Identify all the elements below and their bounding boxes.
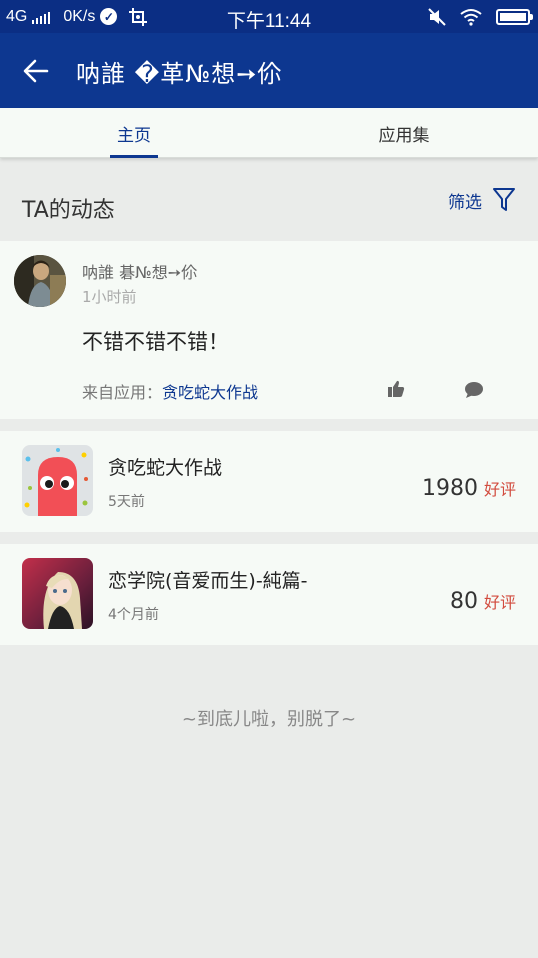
app-time: 5天前 (108, 494, 145, 510)
app-rating: 1980 好评 (422, 476, 516, 501)
app-name: 贪吃蛇大作战 (108, 457, 223, 479)
snake-game-app-icon (22, 445, 93, 516)
tab-app-collection[interactable]: 应用集 (366, 108, 442, 158)
section-title: TA的动态 (22, 198, 115, 223)
post-username[interactable]: 呐誰 碁№想➙伱 (82, 259, 197, 283)
funnel-icon (493, 188, 515, 211)
app-time: 4个月前 (108, 607, 159, 623)
rating-label: 好评 (483, 480, 516, 499)
source-app-link[interactable]: 贪吃蛇大作战 (162, 383, 258, 402)
app-name: 恋学院(音爱而生)-純篇- (108, 570, 308, 592)
wifi-icon (460, 8, 482, 26)
thumbs-up-icon[interactable] (386, 379, 406, 399)
battery-icon (496, 8, 533, 25)
battery-level (500, 12, 526, 21)
app-list-item[interactable]: 恋学院(音爱而生)-純篇- 4个月前 80 好评 (0, 544, 538, 645)
app-bar: 呐誰 �革№想➙伱 (0, 33, 538, 108)
tab-home[interactable]: 主页 (100, 108, 168, 158)
end-of-list-note: ~到底儿啦，别脱了~ (181, 709, 357, 730)
comment-icon[interactable] (464, 381, 484, 399)
rating-count: 1980 (421, 476, 478, 501)
post-text: 不错不错不错！ (82, 330, 229, 354)
source-prefix: 来自应用： (82, 383, 163, 402)
mute-icon (428, 7, 446, 26)
app-rating: 80 好评 (450, 589, 516, 614)
filter-label: 筛选 (448, 192, 482, 213)
activity-section-header: TA的动态 筛选 (0, 170, 538, 240)
back-arrow-icon[interactable] (20, 55, 52, 87)
post-source: 来自应用：贪吃蛇大作战 (82, 379, 258, 403)
status-right (428, 0, 533, 33)
filter-button[interactable]: 筛选 (448, 187, 516, 213)
tab-bar: 主页 应用集 (0, 108, 538, 158)
avatar[interactable] (14, 255, 66, 307)
post-time: 1小时前 (82, 288, 137, 306)
activity-post[interactable]: 呐誰 碁№想➙伱 1小时前 不错不错不错！ 来自应用：贪吃蛇大作战 (0, 241, 538, 419)
status-bar: 4G 0K/s ✓ 下午11:44 (0, 0, 538, 33)
app-list-item[interactable]: 贪吃蛇大作战 5天前 1980 好评 (0, 431, 538, 532)
page-title: 呐誰 �革№想➙伱 (76, 60, 283, 88)
rating-label: 好评 (483, 593, 516, 612)
rating-count: 80 (449, 589, 478, 614)
romance-game-app-icon (22, 558, 93, 629)
